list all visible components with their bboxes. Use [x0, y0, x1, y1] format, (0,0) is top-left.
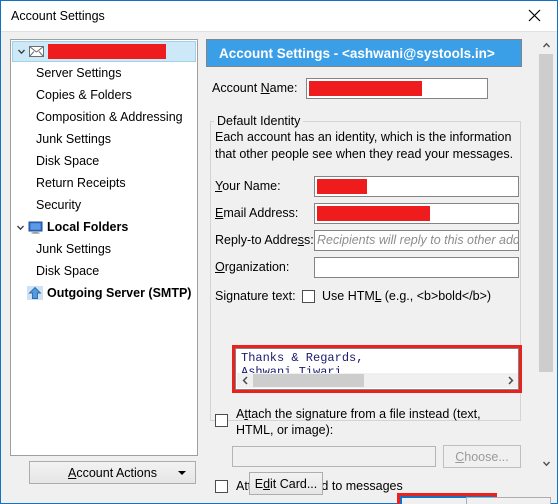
chevron-right-icon[interactable] [502, 373, 518, 388]
email-address-input[interactable] [314, 202, 519, 224]
sidebar-item-return-receipts[interactable]: Return Receipts [11, 172, 197, 194]
redacted-value [309, 80, 423, 96]
organization-row: Organization: [215, 256, 521, 278]
sidebar-item-label: Return Receipts [36, 176, 126, 190]
sidebar-item-label: Disk Space [36, 154, 100, 168]
signature-file-row: Choose... [232, 445, 521, 468]
reply-to-placeholder: Recipients will reply to this other addr [317, 233, 519, 247]
email-address-row: Email Address: [215, 202, 521, 224]
cancel-button[interactable]: Cancel [466, 497, 551, 504]
reply-to-address-row: Reply-to Address: Recipients will reply … [215, 229, 521, 251]
account-name-input[interactable] [306, 77, 489, 99]
chevron-down-icon [178, 471, 186, 475]
chevron-left-icon[interactable] [237, 373, 253, 388]
sidebar-item-label: Outgoing Server (SMTP) [47, 286, 192, 300]
account-actions-button[interactable]: Account Actions [29, 461, 196, 484]
sidebar-item-label: Junk Settings [36, 132, 112, 146]
tree-item-account-root[interactable] [12, 41, 196, 62]
panel-header-title: Account Settings - <ashwani@systools.in> [206, 39, 522, 67]
your-name-row: Your Name: [215, 175, 521, 197]
signature-textarea[interactable]: Thanks & Regards, Ashwani Tiwari [235, 348, 519, 390]
choose-file-button[interactable]: Choose... [443, 445, 521, 468]
email-address-label: Email Address: [215, 206, 299, 220]
chevron-down-icon[interactable] [538, 455, 554, 471]
sidebar-item-label: Server Settings [36, 66, 122, 80]
organization-label: Organization: [215, 260, 290, 274]
edit-card-label: Edit Card... [254, 476, 318, 491]
use-html-checkbox[interactable] [302, 289, 315, 303]
sidebar-item-local-folders[interactable]: Local Folders [11, 216, 197, 238]
panel-vertical-scrollbar[interactable] [538, 37, 554, 472]
sidebar-item-junk-settings[interactable]: Junk Settings [11, 128, 197, 150]
sidebar-item-label: Junk Settings [36, 242, 112, 256]
window-title: Account Settings [11, 9, 105, 23]
sidebar-item-copies-folders[interactable]: Copies & Folders [11, 84, 197, 106]
reply-to-address-label: Reply-to Address: [215, 233, 314, 247]
account-tree[interactable]: Server Settings Copies & Folders Composi… [10, 39, 198, 456]
redacted-account-name [48, 44, 166, 59]
scrollbar-thumb[interactable] [253, 374, 364, 387]
choose-button-label: Choose... [455, 449, 509, 464]
chevron-down-icon[interactable] [15, 223, 26, 232]
sidebar-item-outgoing-server-smtp[interactable]: Outgoing Server (SMTP) [11, 282, 197, 304]
chevron-down-icon[interactable] [16, 47, 27, 56]
sidebar-item-server-settings[interactable]: Server Settings [11, 62, 197, 84]
use-html-label: Use HTML (e.g., <b>bold</b>) [322, 289, 492, 303]
default-identity-description: Each account has an identity, which is t… [215, 130, 514, 161]
sidebar-item-composition-addressing[interactable]: Composition & Addressing [11, 106, 197, 128]
attach-signature-row: Attach the signature from a file instead… [215, 406, 521, 438]
window-body: Server Settings Copies & Folders Composi… [1, 31, 557, 504]
reply-to-address-input[interactable]: Recipients will reply to this other addr [314, 229, 519, 251]
your-name-input[interactable] [314, 175, 519, 197]
redacted-value [317, 205, 430, 221]
redacted-value [317, 178, 367, 194]
sidebar-item-label: Copies & Folders [36, 88, 132, 102]
scrollbar-thumb[interactable] [539, 54, 553, 372]
account-name-label: Account Name: [212, 81, 298, 95]
your-name-label: Your Name: [215, 179, 281, 193]
sidebar-item-disk-space[interactable]: Disk Space [11, 150, 197, 172]
sidebar-item-local-disk-space[interactable]: Disk Space [11, 260, 197, 282]
window-titlebar: Account Settings [1, 1, 557, 31]
computer-icon [26, 221, 44, 234]
default-identity-legend: Default Identity [214, 114, 304, 128]
attach-vcard-checkbox[interactable] [215, 479, 228, 493]
sidebar-item-label: Local Folders [47, 220, 129, 234]
attach-signature-checkbox[interactable] [215, 414, 228, 427]
organization-input[interactable] [314, 256, 519, 278]
sidebar-item-label: Disk Space [36, 264, 100, 278]
signature-text-row: Signature text: Use HTML (e.g., <b>bold<… [215, 285, 521, 307]
account-settings-panel: Account Settings - <ashwani@systools.in>… [204, 37, 538, 472]
sidebar-item-local-junk-settings[interactable]: Junk Settings [11, 238, 197, 260]
signature-horizontal-scrollbar[interactable] [237, 373, 518, 388]
sidebar-item-label: Security [36, 198, 82, 212]
signature-text-label: Signature text: [215, 289, 296, 303]
account-actions-label: Account Actions [68, 465, 157, 480]
close-icon[interactable] [511, 1, 557, 30]
account-name-row: Account Name: [212, 77, 522, 99]
chevron-up-icon[interactable] [538, 37, 554, 53]
attach-signature-label: Attach the signature from a file instead… [236, 407, 481, 437]
outgoing-server-icon [26, 286, 44, 300]
signature-file-input[interactable] [232, 446, 436, 467]
envelope-icon [27, 46, 45, 57]
edit-card-button[interactable]: Edit Card... [249, 472, 323, 495]
sidebar-item-security[interactable]: Security [11, 194, 197, 216]
sidebar-item-label: Composition & Addressing [36, 110, 183, 124]
